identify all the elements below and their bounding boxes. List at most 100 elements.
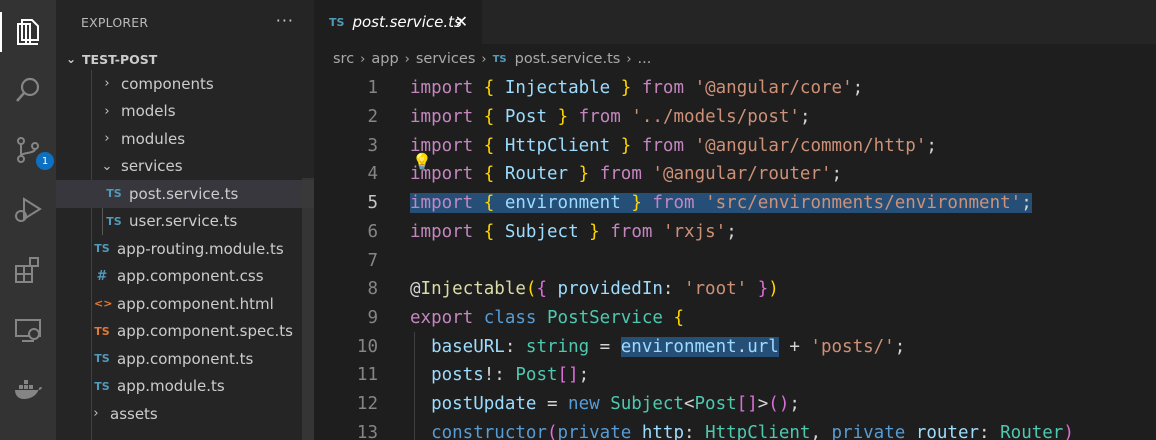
explorer-sidebar: EXPLORER ··· ⌄ TEST-POST › components › …	[56, 0, 314, 440]
line-number: 2	[367, 107, 378, 128]
docker-icon[interactable]	[8, 370, 48, 410]
code-text: constructor(private http: HttpClient, pr…	[431, 422, 1074, 440]
chevron-right-icon: ›	[481, 51, 487, 67]
code-line[interactable]: 13 constructor(private http: HttpClient,…	[314, 418, 1156, 440]
typescript-file-icon: TS	[94, 242, 110, 256]
tree-item-label: assets	[110, 404, 158, 423]
tree-file-app-component-ts[interactable]: TS app.component.ts	[56, 345, 314, 373]
lightbulb-icon[interactable]: 💡	[412, 152, 432, 171]
chevron-right-icon: ›	[626, 51, 632, 67]
tree-file-app-component-css[interactable]: # app.component.css	[56, 263, 314, 291]
code-line[interactable]: 1 import { Injectable } from '@angular/c…	[314, 74, 1156, 103]
source-control-icon[interactable]: 1	[8, 130, 54, 170]
breadcrumb-item[interactable]: src	[333, 51, 354, 67]
code-text: posts!: Post[];	[431, 365, 590, 386]
tree-folder-modules[interactable]: › modules	[56, 125, 314, 153]
chevron-right-icon: ›	[104, 103, 110, 119]
breadcrumb-file[interactable]: post.service.ts	[515, 51, 621, 67]
line-number: 3	[367, 135, 378, 156]
chevron-down-icon: ⌄	[65, 52, 77, 66]
line-number: 10	[356, 336, 378, 357]
breadcrumb: src › app › services › TS post.service.t…	[314, 44, 1156, 74]
typescript-file-icon: TS	[492, 53, 507, 65]
code-line[interactable]: 9 export class PostService {	[314, 304, 1156, 333]
chevron-right-icon: ›	[360, 51, 366, 67]
code-text: postUpdate = new Subject<Post[]>();	[431, 394, 800, 415]
tree-item-label: app.component.html	[117, 294, 274, 313]
chevron-right-icon: ›	[104, 76, 110, 92]
search-icon[interactable]	[8, 70, 48, 110]
breadcrumb-ellipsis[interactable]: ...	[638, 51, 652, 67]
tree-folder-components[interactable]: › components	[56, 70, 314, 98]
code-line[interactable]: 6 import { Subject } from 'rxjs';	[314, 218, 1156, 247]
source-control-badge: 1	[36, 152, 54, 170]
typescript-file-icon: TS	[94, 352, 110, 366]
code-text: import { Post } from '../models/post';	[410, 107, 811, 128]
code-line[interactable]: 11 posts!: Post[];	[314, 361, 1156, 390]
typescript-file-icon: TS	[106, 187, 122, 201]
code-text: import { HttpClient } from '@angular/com…	[410, 135, 937, 156]
tab-label: post.service.ts	[352, 13, 462, 31]
code-line[interactable]: 8 @Injectable({ providedIn: 'root' })	[314, 275, 1156, 304]
tree-item-label: app-routing.module.ts	[117, 239, 284, 258]
breadcrumb-item[interactable]: app	[371, 51, 398, 67]
more-actions-icon[interactable]: ···	[276, 11, 294, 30]
breadcrumb-item[interactable]: services	[416, 51, 476, 67]
editor-tab-bar: TS post.service.ts ✕	[314, 0, 1156, 44]
code-line[interactable]: 3 import { HttpClient } from '@angular/c…	[314, 131, 1156, 160]
tree-item-label: components	[121, 74, 214, 93]
chevron-right-icon: ›	[104, 131, 110, 147]
line-number: 4	[367, 164, 378, 185]
line-number: 7	[367, 250, 378, 271]
code-line[interactable]: 2 import { Post } from '../models/post';	[314, 103, 1156, 132]
code-text: import { Subject } from 'rxjs';	[410, 221, 737, 242]
code-text: import { Injectable } from '@angular/cor…	[410, 78, 864, 99]
tree-item-label: post.service.ts	[129, 184, 239, 203]
run-debug-icon[interactable]	[8, 190, 48, 230]
code-text: baseURL: string = environment.url + 'pos…	[431, 336, 906, 357]
tree-item-label: app.component.ts	[117, 349, 254, 368]
code-text: @Injectable({ providedIn: 'root' })	[410, 279, 779, 300]
project-section-header[interactable]: ⌄ TEST-POST	[56, 46, 314, 72]
css-file-icon: #	[96, 268, 108, 284]
tree-folder-services[interactable]: ⌄ services	[56, 153, 314, 181]
typescript-file-icon: TS	[329, 15, 345, 29]
remote-explorer-icon[interactable]	[8, 310, 48, 350]
tree-file-app-component-html[interactable]: <> app.component.html	[56, 290, 314, 318]
typescript-file-icon: TS	[106, 214, 122, 228]
line-number: 5	[367, 193, 378, 214]
tree-item-label: app.component.spec.ts	[117, 322, 293, 341]
tree-file-app-module[interactable]: TS app.module.ts	[56, 373, 314, 401]
tree-item-label: models	[121, 102, 176, 121]
tree-folder-assets[interactable]: › assets	[56, 400, 314, 428]
tree-folder-models[interactable]: › models	[56, 98, 314, 126]
code-line[interactable]: 4 import { Router } from '@angular/route…	[314, 152, 1156, 189]
chevron-right-icon: ›	[404, 51, 410, 67]
code-line[interactable]: 12 postUpdate = new Subject<Post[]>();	[314, 390, 1156, 419]
line-number: 13	[356, 422, 378, 440]
extensions-icon[interactable]	[8, 250, 48, 290]
code-editor[interactable]: 1 import { Injectable } from '@angular/c…	[314, 74, 1156, 440]
code-line[interactable]: 7	[314, 246, 1156, 275]
chevron-right-icon: ›	[93, 406, 99, 422]
explorer-icon[interactable]	[0, 12, 48, 52]
code-line[interactable]: 10 baseURL: string = environment.url + '…	[314, 332, 1156, 361]
tree-item-label: services	[121, 157, 183, 176]
line-number: 11	[356, 365, 378, 386]
tab-post-service[interactable]: TS post.service.ts ✕	[314, 0, 482, 44]
spec-file-icon: TS	[94, 324, 110, 338]
activity-bar: 1	[0, 0, 56, 440]
typescript-file-icon: TS	[94, 379, 110, 393]
tree-file-app-routing-module[interactable]: TS app-routing.module.ts	[56, 235, 314, 263]
code-line-current[interactable]: 5 import { environment } from 'src/envir…	[314, 189, 1156, 218]
tree-file-user-service[interactable]: TS user.service.ts	[56, 208, 314, 236]
tree-file-app-component-spec[interactable]: TS app.component.spec.ts	[56, 318, 314, 346]
html-file-icon: <>	[94, 297, 113, 311]
tree-file-post-service[interactable]: TS post.service.ts	[56, 180, 314, 208]
line-number: 9	[367, 307, 378, 328]
close-icon[interactable]: ✕	[455, 12, 468, 31]
sidebar-scrollbar[interactable]	[302, 178, 314, 440]
line-number: 6	[367, 221, 378, 242]
tree-item-label: app.module.ts	[117, 377, 225, 396]
file-tree: › components › models › modules ⌄ servic…	[56, 70, 314, 428]
